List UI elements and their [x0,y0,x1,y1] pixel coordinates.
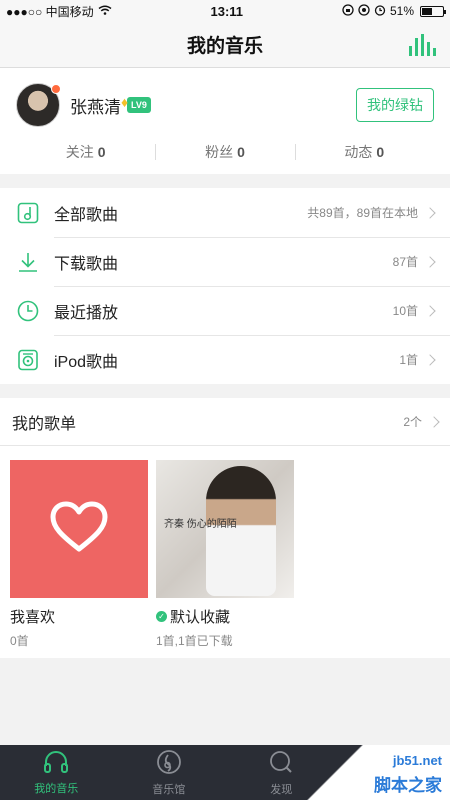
list-item-label: iPod歌曲 [54,353,119,371]
tab-label: 发现 [270,783,293,796]
playlist-sub: 1首,1首已下载 [156,634,233,648]
green-diamond-button[interactable]: 我的绿钻 [356,88,434,122]
chevron-right-icon [424,206,436,219]
page-title: 我的音乐 [186,36,263,57]
music-file-icon [16,201,40,225]
level-badge: LV9 [121,94,151,113]
tab-my-music[interactable]: 我的音乐 [0,745,113,800]
tab-bar: 我的音乐 音乐馆 发现 jb51.net 脚本之家 [0,745,450,800]
status-right: 51% [342,3,446,19]
album-cover-text: 齐秦 伤心的陌陌 [164,519,237,530]
chevron-right-icon [424,255,436,268]
list-item-recent[interactable]: 最近播放 10首 [0,286,450,335]
music-list: 全部歌曲 共89首，89首在本地 下载歌曲 87首 最近播放 10首 iPod歌… [0,188,450,384]
chevron-right-icon [428,415,440,428]
user-name[interactable]: 张燕清 [70,93,121,118]
playlist-card-default[interactable]: 齐秦 伤心的陌陌 ✓ 默认收藏 1首,1首已下载 [156,460,294,649]
list-item-count: 87首 [392,255,418,269]
list-item-ipod[interactable]: iPod歌曲 1首 [0,335,450,384]
list-item-downloads[interactable]: 下载歌曲 87首 [0,237,450,286]
battery-fill [422,7,433,15]
alarm-icon [374,4,386,19]
tab-music-hall[interactable]: 音乐馆 [113,745,226,800]
playlists-section: 我的歌单 2个 我喜欢 0首 齐秦 伤心的陌陌 ✓ 默认收藏 1首,1首已下载 [0,398,450,658]
chevron-right-icon [424,353,436,366]
playlist-grid: 我喜欢 0首 齐秦 伤心的陌陌 ✓ 默认收藏 1首,1首已下载 [0,446,450,649]
stat-activity[interactable]: 动态 0 [294,142,434,162]
list-item-label: 下载歌曲 [54,255,119,273]
ipod-icon [16,348,40,372]
stat-label: 粉丝 [205,144,234,160]
battery-icon [420,5,446,17]
music-hall-icon [156,749,182,778]
status-bar: ●●●○○ 中国移动 13:11 51% [0,0,450,22]
battery-percent: 51% [389,4,414,18]
notification-dot [51,84,61,94]
playlist-name-text: 默认收藏 [170,609,231,626]
profile-row: 张燕清 LV9 我的绿钻 [16,80,434,130]
playlist-name: ✓ 默认收藏 [156,606,294,627]
now-playing-equalizer-icon[interactable] [409,34,436,56]
stat-value: 0 [237,144,245,160]
stats-row: 关注 0 粉丝 0 动态 0 [16,130,434,174]
carrier-label: ●●●○○ 中国移动 [6,4,94,19]
watermark-brand: 脚本之家 [374,776,442,795]
playlist-sub: 0首 [10,634,29,648]
stat-label: 关注 [65,144,94,160]
list-item-label: 全部歌曲 [54,206,119,224]
location-icon [358,3,370,19]
section-title: 我的歌单 [12,415,77,433]
headphones-icon [43,750,69,777]
tab-label: 我的音乐 [34,782,79,795]
nav-bar: 我的音乐 [0,22,450,68]
list-item-count: 1首 [399,353,418,367]
playlist-name: 我喜欢 [10,606,148,627]
clock: 13:11 [210,3,244,19]
stat-following[interactable]: 关注 0 [16,142,155,162]
playlists-header[interactable]: 我的歌单 2个 [0,398,450,446]
watermark: jb51.net 脚本之家 [300,745,450,800]
list-item-all-songs[interactable]: 全部歌曲 共89首，89首在本地 [0,188,450,237]
playlist-name-text: 我喜欢 [10,609,56,626]
list-item-count: 共89首，89首在本地 [307,206,418,220]
discover-icon [268,749,294,778]
list-item-count: 10首 [392,304,418,318]
wifi-icon [98,4,112,18]
stat-followers[interactable]: 粉丝 0 [155,142,294,162]
heart-icon [49,501,109,558]
rotation-lock-icon [342,3,354,19]
stat-value: 0 [376,144,385,160]
profile-section: 张燕清 LV9 我的绿钻 关注0 粉丝0 动态0 [0,68,450,174]
list-item-label: 最近播放 [54,304,119,322]
watermark-url: jb51.net [392,753,442,768]
stat-label: 动态 [344,144,373,160]
playlist-count: 2个 [403,415,422,429]
avatar[interactable] [16,83,61,127]
playlist-card-favorites[interactable]: 我喜欢 0首 [10,460,148,649]
downloaded-check-icon: ✓ [156,611,167,622]
stat-value: 0 [97,144,106,160]
status-left: ●●●○○ 中国移动 [6,3,112,20]
tab-label: 音乐馆 [152,783,186,796]
clock-icon [16,299,40,323]
download-icon [16,250,40,274]
album-cover: 齐秦 伤心的陌陌 [156,460,294,598]
favorites-cover [10,460,148,598]
chevron-right-icon [424,304,436,317]
